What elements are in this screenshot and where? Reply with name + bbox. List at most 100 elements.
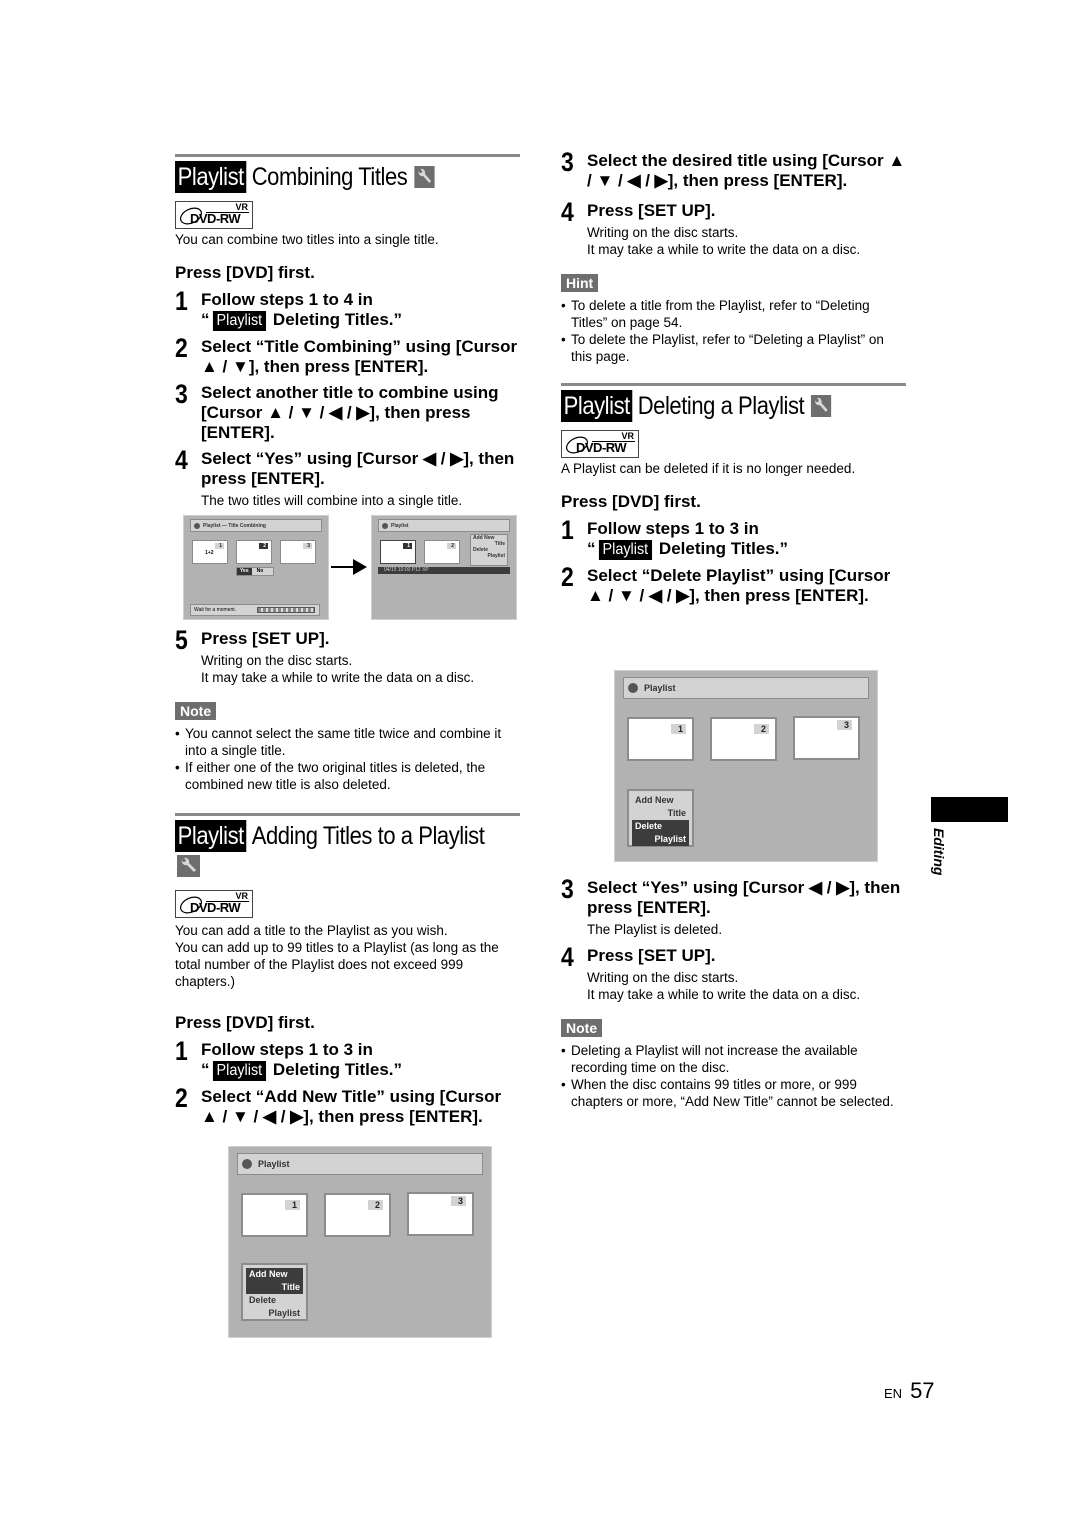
step-1: 1 Follow steps 1 to 4 in “Playlist Delet… xyxy=(175,288,520,331)
step-4: 4 Press [SET UP]. Writing on the disc st… xyxy=(561,199,906,258)
thumbnail: 1 xyxy=(241,1193,308,1237)
note-list: • Deleting a Playlist will not increase t… xyxy=(561,1042,906,1110)
step-number: 4 xyxy=(561,942,574,972)
step-description: It may take a while to write the data on… xyxy=(201,670,475,685)
screen-delete-playlist: Playlist 1 2 3 Add New Title Delete Play… xyxy=(614,670,878,862)
step-description: The two titles will combine into a singl… xyxy=(201,493,463,508)
playlist-menu: Add New Title Delete Playlist xyxy=(241,1263,308,1321)
press-dvd-first: Press [DVD] first. xyxy=(175,1013,315,1032)
press-dvd-first: Press [DVD] first. xyxy=(561,492,701,511)
step-number: 3 xyxy=(175,379,188,409)
logo-format: DVD-RW xyxy=(190,900,241,915)
wrench-icon xyxy=(414,166,435,188)
hint-text: To delete the Playlist, refer to “Deleti… xyxy=(571,332,884,364)
thumbnail: 2 xyxy=(236,540,272,564)
chapter-tab-label: Editing xyxy=(931,828,947,876)
section-title: Playlist Adding Titles to a Playlist xyxy=(175,820,485,852)
step-number: 1 xyxy=(175,1036,188,1066)
playlist-menu: Add New Title Delete Playlist xyxy=(470,534,508,566)
step-reference: Deleting Titles.” xyxy=(658,539,789,558)
step-text: Press [SET UP]. xyxy=(201,629,330,648)
right-column-lower: 3 Select “Yes” using [Cursor ◀ / ▶], the… xyxy=(561,872,906,1110)
playlist-badge: Playlist xyxy=(598,540,652,560)
thumbnail-number: 3 xyxy=(836,720,852,730)
step-description: The Playlist is deleted. xyxy=(587,922,723,937)
thumbnail-number: 1 xyxy=(403,543,412,549)
playlist-badge: Playlist xyxy=(212,311,266,331)
hint-label: Hint xyxy=(561,274,599,292)
section-divider xyxy=(175,154,520,157)
no-option: No xyxy=(256,568,264,574)
step-number: 5 xyxy=(175,625,188,655)
menu-item-text: Add New xyxy=(635,795,674,805)
chapter-tab-marker xyxy=(931,797,1008,822)
section-divider xyxy=(175,813,520,816)
thumbnail-number: 3 xyxy=(303,543,312,549)
thumbnail: 2 xyxy=(324,1193,391,1237)
menu-item-delete-playlist[interactable]: Delete Playlist xyxy=(246,1294,303,1320)
thumbnail-number: 3 xyxy=(450,1196,466,1206)
language-code: EN xyxy=(884,1386,903,1401)
dvd-rw-vr-logo: VR DVD-RW xyxy=(175,890,253,918)
playlist-menu: Add New Title Delete Playlist xyxy=(627,789,694,847)
note-text: You cannot select the same title twice a… xyxy=(185,726,502,758)
logo-format: DVD-RW xyxy=(576,440,627,455)
step-3: 3 Select “Yes” using [Cursor ◀ / ▶], the… xyxy=(561,876,906,938)
combine-illustration: Playlist — Title Combining 1 1+2 2 3 Yes… xyxy=(175,515,520,627)
menu-item-text: Title xyxy=(667,808,686,818)
menu-item-text: Playlist xyxy=(268,1308,300,1318)
menu-item-delete-playlist[interactable]: Delete Playlist xyxy=(632,820,689,846)
section-adding-titles: Playlist Adding Titles to a Playlist VR … xyxy=(175,813,520,1127)
section-title-text: Adding Titles to a Playlist xyxy=(251,822,485,850)
menu-item-add-new-title[interactable]: Add New Title xyxy=(632,794,689,820)
menu-item-text: Delete xyxy=(635,821,663,831)
screen-title: Playlist xyxy=(258,1159,290,1169)
step-number: 4 xyxy=(561,197,574,227)
disc-icon xyxy=(628,683,638,693)
note-list: • You cannot select the same title twice … xyxy=(175,725,520,793)
info-bar: 04/15 10:00 P12 XP xyxy=(378,567,510,574)
wrench-icon xyxy=(177,855,200,877)
playlist-badge: Playlist xyxy=(212,1061,266,1081)
step-2: 2 Select “Add New Title” using [Cursor ▲… xyxy=(175,1085,520,1127)
menu-item-add-new-title[interactable]: Add New Title xyxy=(246,1268,303,1294)
step-text: Select the desired title using [Cursor ▲… xyxy=(587,151,906,190)
thumbnail: 1 xyxy=(627,717,694,761)
quote-mark: “ xyxy=(587,539,596,558)
page-number-value: 57 xyxy=(910,1378,935,1403)
step-text: Press [SET UP]. xyxy=(587,201,716,220)
arrow-right-icon xyxy=(331,559,367,575)
left-column: Playlist Combining Titles VR DVD-RW You … xyxy=(175,154,520,1127)
step-reference: Deleting Titles.” xyxy=(272,1060,403,1079)
menu-item-text: Add New xyxy=(249,1269,288,1279)
step-1: 1 Follow steps 1 to 3 in “Playlist Delet… xyxy=(561,517,906,560)
hint-text: To delete a title from the Playlist, ref… xyxy=(571,298,870,330)
step-text: Select “Title Combining” using [Cursor ▲… xyxy=(201,337,518,376)
note-label: Note xyxy=(561,1019,603,1037)
step-reference: Deleting Titles.” xyxy=(272,310,403,329)
disc-icon xyxy=(242,1159,252,1169)
yes-no-toggle: Yes No xyxy=(236,567,274,576)
hint-item: • To delete the Playlist, refer to “Delet… xyxy=(561,331,906,365)
thumbnail: 3 xyxy=(407,1192,474,1236)
page-number: EN 57 xyxy=(884,1378,935,1404)
step-4: 4 Select “Yes” using [Cursor ◀ / ▶], the… xyxy=(175,447,520,509)
step-2: 2 Select “Delete Playlist” using [Cursor… xyxy=(561,564,906,606)
screen-title: Playlist xyxy=(391,522,409,529)
status-bar: Wait for a moment. xyxy=(190,604,320,616)
right-column: 3 Select the desired title using [Cursor… xyxy=(561,145,906,606)
thumbnail-number: 2 xyxy=(259,543,268,549)
note-item: • When the disc contains 99 titles or mor… xyxy=(561,1076,906,1110)
step-number: 2 xyxy=(175,333,188,363)
step-number: 1 xyxy=(175,286,188,316)
thumbnail-number: 2 xyxy=(447,543,456,549)
menu-item: Playlist xyxy=(487,553,505,559)
screen-title: Playlist — Title Combining xyxy=(203,522,266,529)
screen-title-bar: Playlist xyxy=(623,677,869,699)
step-number: 3 xyxy=(561,147,574,177)
thumbnail-number: 1 xyxy=(284,1200,300,1210)
step-description: It may take a while to write the data on… xyxy=(587,987,861,1002)
intro-text: A Playlist can be deleted if it is no lo… xyxy=(561,461,856,476)
step-3: 3 Select another title to combine using … xyxy=(175,381,520,443)
screen-title-bar: Playlist xyxy=(378,519,510,532)
